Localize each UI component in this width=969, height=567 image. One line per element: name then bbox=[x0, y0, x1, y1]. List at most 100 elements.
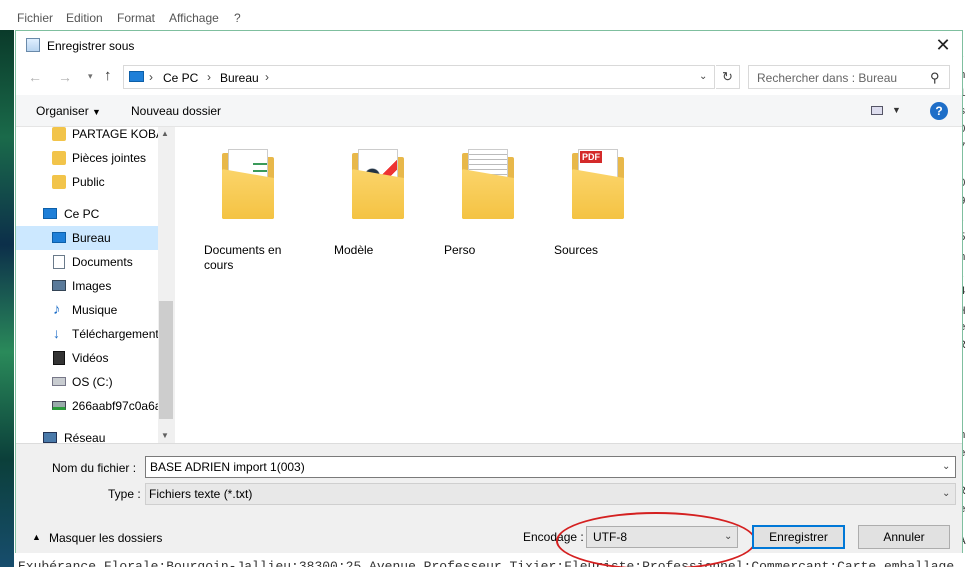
filename-value: BASE ADRIEN import 1(003) bbox=[150, 460, 305, 474]
organiser-label: Organiser bbox=[36, 104, 89, 118]
images-icon bbox=[52, 280, 66, 291]
close-button[interactable]: ✕ bbox=[928, 33, 958, 57]
computer-icon bbox=[43, 208, 57, 219]
sidebar-item-label: Musique bbox=[72, 303, 118, 317]
sidebar-item-label: Bureau bbox=[72, 231, 111, 245]
organiser-button[interactable]: Organiser ▼ bbox=[36, 104, 101, 118]
sidebar-item-label: Public bbox=[72, 175, 105, 189]
sidebar-item-label: Téléchargements bbox=[72, 327, 165, 341]
hide-folders-button[interactable]: Masquer les dossiers bbox=[49, 531, 162, 545]
sidebar-item-label: Images bbox=[72, 279, 112, 293]
sidebar-item-documents[interactable]: Documents bbox=[16, 250, 158, 274]
back-arrow-icon[interactable]: ← bbox=[28, 69, 42, 85]
scroll-up-icon[interactable]: ▲ bbox=[161, 129, 169, 138]
chevron-down-icon: ⌄ bbox=[942, 488, 951, 499]
navigation-pane: PARTAGE KOBAN Pièces jointes Public Ce P… bbox=[16, 127, 174, 443]
sidebar-item-os-c[interactable]: OS (C:) bbox=[16, 370, 158, 394]
sidebar-scrollbar-thumb[interactable] bbox=[159, 301, 173, 419]
chevron-down-icon[interactable]: ⌄ bbox=[942, 461, 950, 472]
view-dropdown-icon[interactable]: ▼ bbox=[892, 105, 901, 115]
forward-arrow-icon[interactable]: → bbox=[58, 69, 72, 85]
sidebar-item-network-drive[interactable]: 266aabf97c0a6a7 bbox=[16, 394, 168, 418]
folder-icon bbox=[52, 175, 66, 189]
desktop-wallpaper-strip bbox=[0, 30, 14, 567]
sidebar-item-bureau[interactable]: Bureau bbox=[16, 226, 158, 250]
command-toolbar: Organiser ▼ Nouveau dossier ▼ ? bbox=[16, 95, 962, 127]
sidebar-item-musique[interactable]: ♪ Musique bbox=[16, 298, 158, 322]
breadcrumb-chevron-icon[interactable]: › bbox=[207, 70, 211, 84]
menu-format[interactable]: Format bbox=[117, 11, 155, 25]
sidebar-item-label: Vidéos bbox=[72, 351, 109, 365]
file-list: Documents en cours Modèle Perso PDF Sour… bbox=[174, 127, 962, 443]
download-icon: ↓ bbox=[53, 325, 60, 341]
share-folder-icon bbox=[52, 127, 66, 141]
notepad-icon bbox=[26, 38, 40, 52]
videos-icon bbox=[53, 351, 65, 365]
address-bar[interactable]: › Ce PC › Bureau › ⌄ bbox=[123, 65, 715, 89]
drive-icon bbox=[52, 377, 66, 386]
folder-label: Perso bbox=[444, 243, 476, 257]
sidebar-item-reseau[interactable]: Réseau bbox=[16, 426, 158, 443]
sidebar-item-label: Documents bbox=[72, 255, 133, 269]
save-as-dialog: Enregistrer sous ✕ ← → ▾ ↑ › Ce PC › Bur… bbox=[15, 30, 963, 567]
chevron-up-icon[interactable]: ▲ bbox=[32, 532, 41, 542]
music-icon: ♪ bbox=[53, 301, 61, 318]
sidebar-item-ce-pc[interactable]: Ce PC bbox=[16, 202, 158, 226]
menu-fichier[interactable]: Fichier bbox=[17, 11, 53, 25]
breadcrumb-chevron-icon[interactable]: › bbox=[265, 70, 269, 84]
breadcrumb-ce-pc[interactable]: Ce PC bbox=[163, 71, 198, 85]
file-type-value: Fichiers texte (*.txt) bbox=[149, 487, 253, 501]
new-folder-button[interactable]: Nouveau dossier bbox=[131, 104, 221, 118]
folder-label: Modèle bbox=[334, 243, 374, 257]
refresh-button[interactable]: ↻ bbox=[716, 65, 740, 89]
file-type-select[interactable]: Fichiers texte (*.txt) ⌄ bbox=[145, 483, 956, 505]
desktop-icon bbox=[52, 232, 66, 243]
filename-field[interactable]: BASE ADRIEN import 1(003) ⌄ bbox=[145, 456, 956, 478]
menu-help[interactable]: ? bbox=[234, 11, 241, 25]
folder-item-perso[interactable]: Perso bbox=[444, 139, 544, 259]
folder-item-modele[interactable]: Modèle bbox=[334, 139, 434, 259]
chevron-down-icon: ▼ bbox=[92, 107, 101, 117]
documents-icon bbox=[53, 255, 65, 269]
scroll-down-icon[interactable]: ▼ bbox=[161, 431, 169, 440]
search-input[interactable]: Rechercher dans : Bureau bbox=[757, 71, 897, 85]
folder-item-sources[interactable]: PDF Sources bbox=[554, 139, 654, 259]
folder-label: Sources bbox=[554, 243, 599, 257]
menu-edition[interactable]: Edition bbox=[66, 11, 103, 25]
folder-icon bbox=[52, 151, 66, 165]
sidebar-item-label: Ce PC bbox=[64, 207, 100, 221]
up-arrow-icon[interactable]: ↑ bbox=[104, 67, 112, 84]
menu-affichage[interactable]: Affichage bbox=[169, 11, 219, 25]
help-icon: ? bbox=[935, 104, 943, 118]
cancel-button[interactable]: Annuler bbox=[858, 525, 950, 549]
search-icon[interactable]: ⚲ bbox=[930, 70, 940, 86]
sidebar-item-videos[interactable]: Vidéos bbox=[16, 346, 158, 370]
view-options-icon[interactable] bbox=[871, 106, 883, 115]
breadcrumb-bureau[interactable]: Bureau bbox=[220, 71, 259, 85]
dialog-titlebar: Enregistrer sous ✕ bbox=[16, 31, 962, 59]
search-box[interactable]: Rechercher dans : Bureau ⚲ bbox=[748, 65, 950, 89]
network-icon bbox=[43, 432, 57, 443]
sidebar-item-images[interactable]: Images bbox=[16, 274, 158, 298]
save-form-panel: Nom du fichier : BASE ADRIEN import 1(00… bbox=[16, 443, 962, 567]
sidebar-item-label: 266aabf97c0a6a7 bbox=[72, 399, 169, 413]
network-drive-icon bbox=[52, 401, 66, 410]
help-button[interactable]: ? bbox=[930, 102, 948, 120]
dialog-title: Enregistrer sous bbox=[47, 39, 135, 53]
computer-icon bbox=[129, 71, 144, 82]
sidebar-item-pieces-jointes[interactable]: Pièces jointes bbox=[16, 146, 158, 170]
sidebar-item-public[interactable]: Public bbox=[16, 170, 158, 194]
folder-label: Documents en cours bbox=[204, 243, 282, 272]
sidebar-item-label: Pièces jointes bbox=[72, 151, 147, 165]
sidebar-item-partage-koban[interactable]: PARTAGE KOBAN bbox=[16, 127, 173, 146]
type-label: Type : bbox=[108, 487, 141, 501]
close-icon: ✕ bbox=[935, 34, 951, 55]
recent-locations-chevron-icon[interactable]: ▾ bbox=[88, 71, 93, 82]
folder-item-documents-en-cours[interactable]: Documents en cours bbox=[204, 139, 304, 272]
sidebar-item-label: OS (C:) bbox=[72, 375, 113, 389]
save-button[interactable]: Enregistrer bbox=[752, 525, 845, 549]
sidebar-item-telechargements[interactable]: ↓ Téléchargements bbox=[16, 322, 165, 346]
breadcrumb-chevron-icon[interactable]: › bbox=[149, 70, 153, 84]
address-dropdown-icon[interactable]: ⌄ bbox=[699, 71, 707, 82]
pdf-icon: PDF bbox=[580, 151, 602, 163]
